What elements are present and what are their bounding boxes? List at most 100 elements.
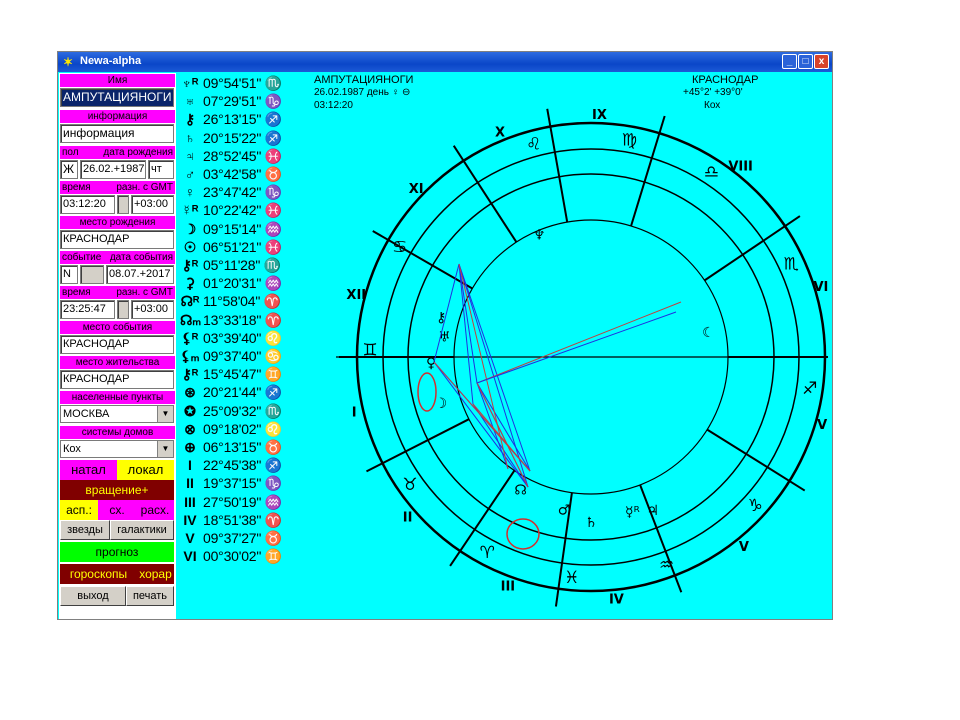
planet-row: ♂ 03°42'58" ♉ (178, 165, 298, 183)
event-time-spin[interactable] (117, 300, 129, 319)
sex-field[interactable]: Ж (60, 160, 78, 179)
maximize-button[interactable]: □ (798, 54, 813, 69)
event-time-label: время (62, 287, 91, 298)
planet-glyph-icon: ☊ (514, 482, 526, 498)
aspect-line (476, 382, 529, 488)
birthplace-label: место рождения (60, 216, 175, 229)
event-gmt-field[interactable]: +03:00 (131, 300, 174, 319)
minimize-button[interactable]: _ (782, 54, 797, 69)
planet-position: 18°51'38" ♈ (203, 511, 283, 528)
planet-glyph-icon: ☿ᴿ (625, 505, 640, 521)
event-time-field[interactable]: 23:25:47 (60, 300, 115, 319)
house-number: XI (409, 182, 424, 197)
planet-position: 20°21'44" ♐ (203, 384, 283, 401)
info-field[interactable]: информация (60, 124, 174, 143)
event-spin[interactable] (80, 265, 104, 284)
event-label: событие (62, 252, 102, 263)
planet-glyph-icon: II (186, 475, 194, 492)
planet-position: 09°18'02" ♌ (203, 420, 283, 437)
house-cusp-line (706, 428, 806, 492)
zodiac-sign-icon: ♈ (480, 543, 495, 563)
birthplace-field[interactable]: КРАСНОДАР (60, 230, 174, 249)
zodiac-sign-icon: ♎ (704, 163, 719, 183)
natal-chart-wheel[interactable]: IIIIIIIVVVIVIIVIIIIXXXIXII♌♍♎♏♐♑♒♓♈♉♊♋♆☾… (298, 92, 828, 620)
diverging-button[interactable]: расх. (136, 500, 174, 520)
zodiac-sign-icon: ♉ (402, 475, 417, 495)
print-button[interactable]: печать (126, 586, 174, 606)
stars-button[interactable]: звезды (60, 520, 110, 540)
chevron-down-icon[interactable]: ▼ (157, 406, 173, 422)
planet-glyph-icon: ☿ᴿ (181, 202, 199, 219)
planet-position: 26°13'15" ♐ (203, 111, 283, 128)
planet-row: ⚷ᴿ 05°11'28" ♏ (178, 256, 298, 274)
settlements-select[interactable]: МОСКВА ▼ (60, 405, 174, 423)
name-field[interactable]: АМПУТАЦИЯНОГИ (60, 88, 174, 107)
chevron-down-icon[interactable]: ▼ (157, 441, 173, 457)
zodiac-sign-icon: ♍ (622, 130, 637, 150)
house-number: V (739, 540, 749, 555)
natal-button[interactable]: натал (60, 460, 117, 480)
planet-position: 09°15'14" ♒ (203, 220, 283, 237)
close-button[interactable]: x (814, 54, 829, 69)
gmt-offset-field[interactable]: +03:00 (131, 195, 174, 214)
planet-position: 25°09'32" ♏ (203, 402, 283, 419)
eventplace-field[interactable]: КРАСНОДАР (60, 335, 174, 354)
planet-row: ☉ 06°51'21" ♓ (178, 238, 298, 256)
planet-position: 11°58'04" ♈ (203, 293, 282, 310)
planet-glyph-icon: ☾ (702, 325, 715, 341)
horary-button[interactable]: хорар (137, 564, 174, 584)
planet-glyph-icon: ⚸ₘ (180, 348, 200, 364)
planet-position: 15°45'47" ♊ (203, 366, 283, 383)
aspects-button[interactable]: асп.: (60, 500, 98, 520)
house-system-select[interactable]: Кох ▼ (60, 440, 174, 458)
event-date-field[interactable]: 08.07.+2017 (106, 265, 174, 284)
birth-date-label: дата рождения (103, 147, 173, 158)
zodiac-sign-icon: ♓ (564, 568, 579, 588)
converging-button[interactable]: сх. (98, 500, 136, 520)
planet-glyph-icon: ♃ (647, 503, 660, 519)
planet-position: 09°37'40" ♋ (203, 348, 283, 364)
house-number: X (495, 126, 505, 141)
planet-glyph-icon: ♄ (184, 129, 196, 146)
planet-glyph-icon: ⚷ᴿ (181, 366, 199, 383)
exit-button[interactable]: выход (60, 586, 126, 606)
aspect-line (433, 361, 531, 472)
window-title: Newa-alpha (80, 55, 142, 67)
title-bar[interactable]: ✶ Newa-alpha _ □ x (58, 52, 832, 72)
planet-position: 28°52'45" ♓ (203, 147, 283, 164)
planet-glyph-icon: ⊕ (184, 439, 196, 455)
zodiac-sign-icon: ♋ (392, 238, 407, 258)
planet-position: 06°51'21" ♓ (203, 238, 283, 255)
local-button[interactable]: локал (117, 460, 174, 480)
planet-glyph-icon: ⊗ (184, 420, 196, 437)
zodiac-sign-icon: ♏ (784, 255, 799, 275)
planet-row: ⊛ 20°21'44" ♐ (178, 383, 298, 401)
planet-position: 01°20'31" ♒ (203, 275, 283, 292)
chart-city: КРАСНОДАР (692, 74, 759, 86)
birth-time-field[interactable]: 03:12:20 (60, 195, 115, 214)
planet-row: ♅ 07°29'51" ♑ (178, 92, 298, 110)
planet-glyph-icon: I (188, 457, 192, 474)
galaxies-button[interactable]: галактики (110, 520, 174, 540)
planet-glyph-icon: ♅ (184, 93, 196, 110)
house-number: I (352, 406, 357, 421)
rotation-button[interactable]: вращение+ (60, 480, 174, 500)
planet-position: 09°54'51" ♏ (203, 75, 283, 91)
house-cusp-line (372, 230, 473, 290)
event-type-field[interactable]: N (60, 265, 78, 284)
planet-glyph-icon: ⚷ᴿ (181, 257, 199, 273)
planet-glyph-icon: ♀ (184, 184, 196, 201)
planet-glyph-icon: IV (183, 511, 197, 528)
birth-header: пол дата рождения (60, 146, 175, 159)
time-spin[interactable] (117, 195, 129, 214)
planet-row: ⚷ᴿ 15°45'47" ♊ (178, 365, 298, 383)
planet-glyph-icon: ♆ᴿ (181, 75, 199, 91)
residence-field[interactable]: КРАСНОДАР (60, 370, 174, 389)
forecast-button[interactable]: прогноз (60, 542, 174, 562)
highlight-ellipse (506, 518, 540, 550)
planet-position: 00°30'02" ♊ (203, 548, 283, 565)
birth-date-field[interactable]: 26.02.+1987 (80, 160, 146, 179)
horoscopes-button[interactable]: гороскопы (60, 564, 137, 584)
weekday-field[interactable]: чт (148, 160, 174, 179)
planet-position: 27°50'19" ♒ (203, 493, 283, 510)
